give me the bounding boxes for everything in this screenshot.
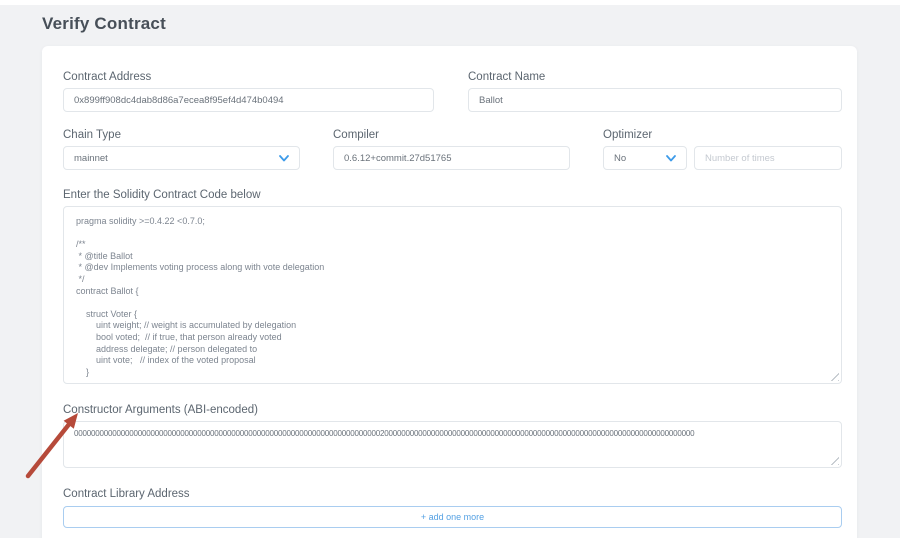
compiler-input[interactable] xyxy=(333,146,570,170)
contract-name-input[interactable] xyxy=(468,88,842,112)
compiler-label: Compiler xyxy=(333,128,570,142)
verify-contract-card: Contract Address Contract Name Chain Typ… xyxy=(42,46,857,538)
contract-address-label: Contract Address xyxy=(63,70,434,84)
optimizer-selected-value: No xyxy=(614,153,626,164)
optimizer-times-input[interactable] xyxy=(694,146,842,170)
optimizer-label: Optimizer xyxy=(603,128,842,142)
chain-type-selected-value: mainnet xyxy=(74,153,108,164)
contract-library-label: Contract Library Address xyxy=(63,487,842,501)
solidity-code-textarea[interactable]: pragma solidity >=0.4.22 <0.7.0; /** * @… xyxy=(63,206,842,384)
top-white-strip xyxy=(0,0,900,5)
chain-type-select[interactable]: mainnet xyxy=(63,146,300,170)
chain-type-label: Chain Type xyxy=(63,128,300,142)
solidity-code-label: Enter the Solidity Contract Code below xyxy=(63,188,842,202)
contract-name-label: Contract Name xyxy=(468,70,842,84)
optimizer-select[interactable]: No xyxy=(603,146,687,170)
constructor-args-label: Constructor Arguments (ABI-encoded) xyxy=(63,403,842,417)
chevron-down-icon xyxy=(666,155,676,162)
chevron-down-icon xyxy=(279,155,289,162)
contract-address-input[interactable] xyxy=(63,88,434,112)
page-title: Verify Contract xyxy=(42,14,166,34)
constructor-args-textarea[interactable]: 0000000000000000000000000000000000000000… xyxy=(63,421,842,468)
add-one-more-button[interactable]: + add one more xyxy=(63,506,842,528)
